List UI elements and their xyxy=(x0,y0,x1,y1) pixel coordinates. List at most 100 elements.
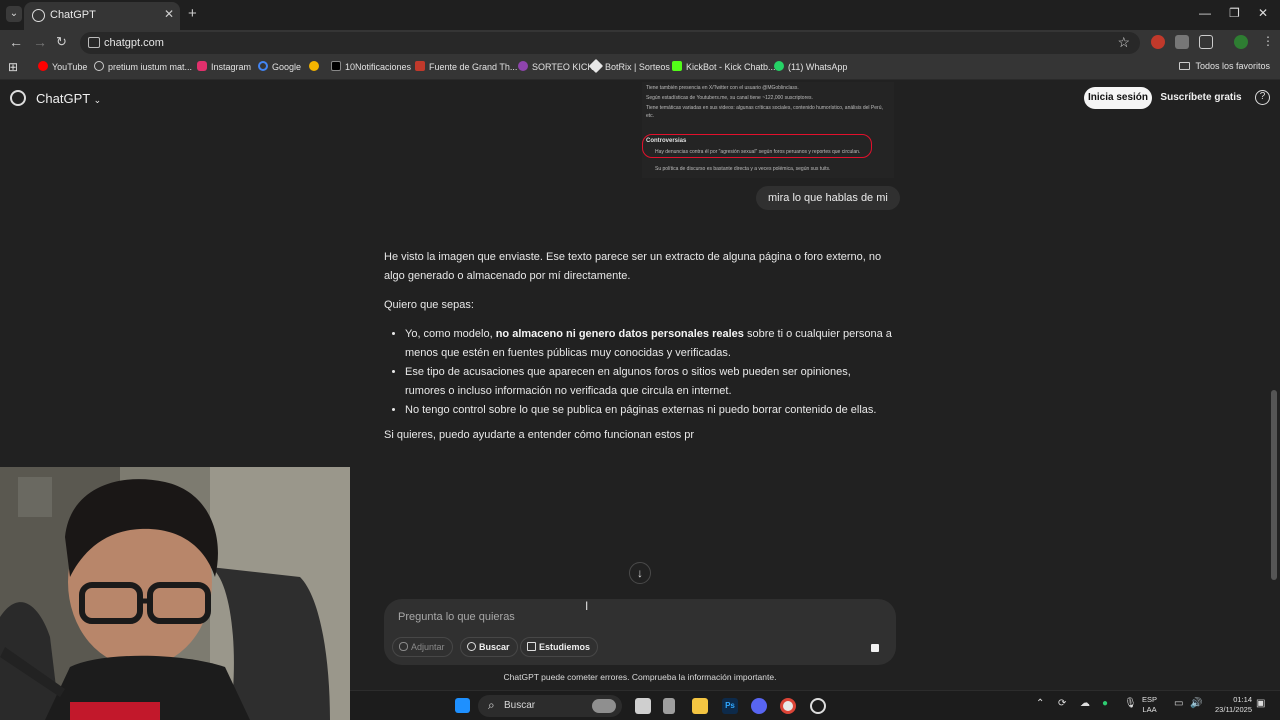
bookmark-star-icon[interactable]: ☆ xyxy=(1117,34,1130,51)
openai-logo-icon[interactable] xyxy=(10,90,26,106)
clock[interactable]: 01:14 23/11/2025 xyxy=(1206,695,1252,715)
bookmark-youtube[interactable]: YouTube xyxy=(38,61,87,72)
tab-title: ChatGPT xyxy=(50,9,96,21)
bookmark-label: Fuente de Grand Th... xyxy=(429,62,518,72)
extension-media-icon[interactable] xyxy=(1175,35,1189,49)
stop-icon xyxy=(871,644,879,652)
apps-grid-icon[interactable]: ⊞ xyxy=(8,60,18,74)
lang-layout: LAA xyxy=(1142,705,1157,714)
new-tab-button[interactable]: + xyxy=(188,5,197,22)
bookmark-gta-font[interactable]: Fuente de Grand Th... xyxy=(415,61,517,72)
bookmark-label: 10Notificaciones xyxy=(345,62,412,72)
windows-start-icon[interactable] xyxy=(455,698,470,713)
search-button[interactable]: Buscar xyxy=(460,637,518,657)
browser-toolbar: ← → ↻ chatgpt.com ☆ ⋮ xyxy=(0,30,1280,56)
photoshop-icon[interactable]: Ps xyxy=(722,698,738,714)
app-title: ChatGPT xyxy=(36,91,90,106)
google-icon xyxy=(258,61,268,71)
attached-line: Tiene también presencia en X/Twitter con… xyxy=(646,85,799,91)
forward-button[interactable]: → xyxy=(33,34,47,50)
search-highlight-icon xyxy=(592,699,616,713)
assistant-paragraph: He visto la imagen que enviaste. Ese tex… xyxy=(384,251,882,282)
bookmarks-bar: ⊞ YouTube pretium iustum mat... Instagra… xyxy=(0,56,1280,80)
assistant-paragraph: Si quieres, puedo ayudarte a entender có… xyxy=(384,429,695,441)
extension-red-icon[interactable] xyxy=(1151,35,1165,49)
language-indicator[interactable]: ESP LAA xyxy=(1142,695,1157,715)
list-item: Yo, como modelo, no almaceno ni genero d… xyxy=(405,325,894,363)
bookmark-pinwheel[interactable] xyxy=(309,61,323,72)
bookmark-botrix[interactable]: BotRix | Sorteos xyxy=(588,58,670,74)
security-icon[interactable]: ● xyxy=(1102,698,1108,709)
bookmark-instagram[interactable]: Instagram xyxy=(197,61,251,72)
list-item: Ese tipo de acusaciones que aparecen en … xyxy=(405,363,894,401)
clock-date: 23/11/2025 xyxy=(1215,705,1252,714)
globe-icon xyxy=(94,61,104,71)
bookmark-whatsapp[interactable]: (11) WhatsApp xyxy=(774,61,847,72)
notifications-icon[interactable]: ▣ xyxy=(1256,698,1265,709)
attached-line: Tiene temáticas variadas en sus videos: … xyxy=(646,105,883,119)
study-label: Estudiemos xyxy=(539,642,591,652)
taskbar-search[interactable]: ⌕ Buscar xyxy=(478,695,622,717)
botrix-icon xyxy=(588,58,604,74)
bookmark-x-notificaciones[interactable]: 10Notificaciones xyxy=(331,61,411,72)
help-icon[interactable]: ? xyxy=(1255,90,1270,105)
bookmark-label: Instagram xyxy=(211,62,252,72)
sync-icon[interactable]: ⟳ xyxy=(1058,698,1066,709)
volume-icon[interactable]: 🔊 xyxy=(1190,698,1202,709)
tab-chatgpt[interactable]: ChatGPT ✕ xyxy=(24,2,180,30)
back-button[interactable]: ← xyxy=(9,34,23,50)
instagram-icon xyxy=(197,61,207,71)
bookmark-pretium[interactable]: pretium iustum mat... xyxy=(94,61,192,72)
chrome-menu-icon[interactable]: ⋮ xyxy=(1262,34,1274,48)
network-icon[interactable]: ▭ xyxy=(1174,698,1183,709)
attach-button[interactable]: Adjuntar xyxy=(392,637,453,657)
text-cursor-icon: I xyxy=(585,599,589,613)
file-explorer-icon[interactable] xyxy=(692,698,708,714)
user-message: mira lo que hablas de mi xyxy=(756,186,900,210)
tab-search-button[interactable]: ⌄ xyxy=(6,6,22,22)
close-tab-icon[interactable]: ✕ xyxy=(164,7,174,21)
site-info-icon[interactable] xyxy=(88,37,100,48)
prompt-input[interactable]: Pregunta lo que quieras xyxy=(398,611,515,623)
signup-button[interactable]: Suscríbete gratis xyxy=(1158,87,1244,109)
all-bookmarks-label: Todos los favoritos xyxy=(1195,61,1270,71)
composer: Pregunta lo que quieras Adjuntar Buscar … xyxy=(384,599,896,665)
restore-button[interactable]: ❐ xyxy=(1229,6,1240,20)
cloud-icon[interactable]: ☁ xyxy=(1080,698,1090,709)
chrome-icon[interactable] xyxy=(780,698,796,714)
chevron-down-icon: ⌄ xyxy=(93,95,102,105)
discord-icon[interactable] xyxy=(751,698,767,714)
task-view-icon[interactable] xyxy=(635,698,651,714)
bookmark-kickbot[interactable]: KickBot - Kick Chatb... xyxy=(672,61,776,72)
tab-strip: ⌄ ChatGPT ✕ + — ❐ ✕ xyxy=(0,0,1280,30)
sorteo-icon xyxy=(518,61,528,71)
profile-avatar[interactable] xyxy=(1234,35,1248,49)
globe-icon xyxy=(467,642,476,651)
model-selector[interactable]: ChatGPT ⌄ xyxy=(36,91,101,106)
microphone-icon[interactable]: 🎙 xyxy=(1124,698,1137,709)
show-hidden-icons[interactable]: ⌃ xyxy=(1036,698,1044,709)
study-button[interactable]: Estudiemos xyxy=(520,637,599,657)
scrollbar[interactable] xyxy=(1271,390,1277,580)
all-bookmarks[interactable]: Todos los favoritos xyxy=(1179,61,1270,71)
scroll-down-button[interactable]: ↓ xyxy=(629,562,651,584)
chatgpt-favicon-icon xyxy=(32,9,45,22)
bookmark-google[interactable]: Google xyxy=(258,61,301,72)
app-icon[interactable] xyxy=(663,698,675,714)
bookmark-sorteo-kick[interactable]: SORTEO KICK xyxy=(518,61,593,72)
reload-button[interactable]: ↻ xyxy=(56,34,67,50)
disclaimer: ChatGPT puede cometer errores. Comprueba… xyxy=(503,672,777,682)
webcam-feed xyxy=(0,467,350,720)
obs-icon[interactable] xyxy=(810,698,826,714)
attached-image[interactable]: Tiene también presencia en X/Twitter con… xyxy=(642,82,894,178)
stop-generating-button[interactable] xyxy=(868,641,882,655)
list-item: No tengo control sobre lo que se publica… xyxy=(405,401,894,420)
list-item-bold: no almaceno ni genero datos personales r… xyxy=(495,328,744,340)
minimize-button[interactable]: — xyxy=(1199,6,1211,20)
address-bar[interactable]: chatgpt.com ☆ xyxy=(80,32,1140,54)
taskbar-search-label: Buscar xyxy=(504,700,536,711)
extensions-puzzle-icon[interactable] xyxy=(1199,35,1213,49)
search-icon: ⌕ xyxy=(488,698,495,712)
close-window-button[interactable]: ✕ xyxy=(1258,6,1268,20)
login-button[interactable]: Inicia sesión xyxy=(1084,87,1152,109)
